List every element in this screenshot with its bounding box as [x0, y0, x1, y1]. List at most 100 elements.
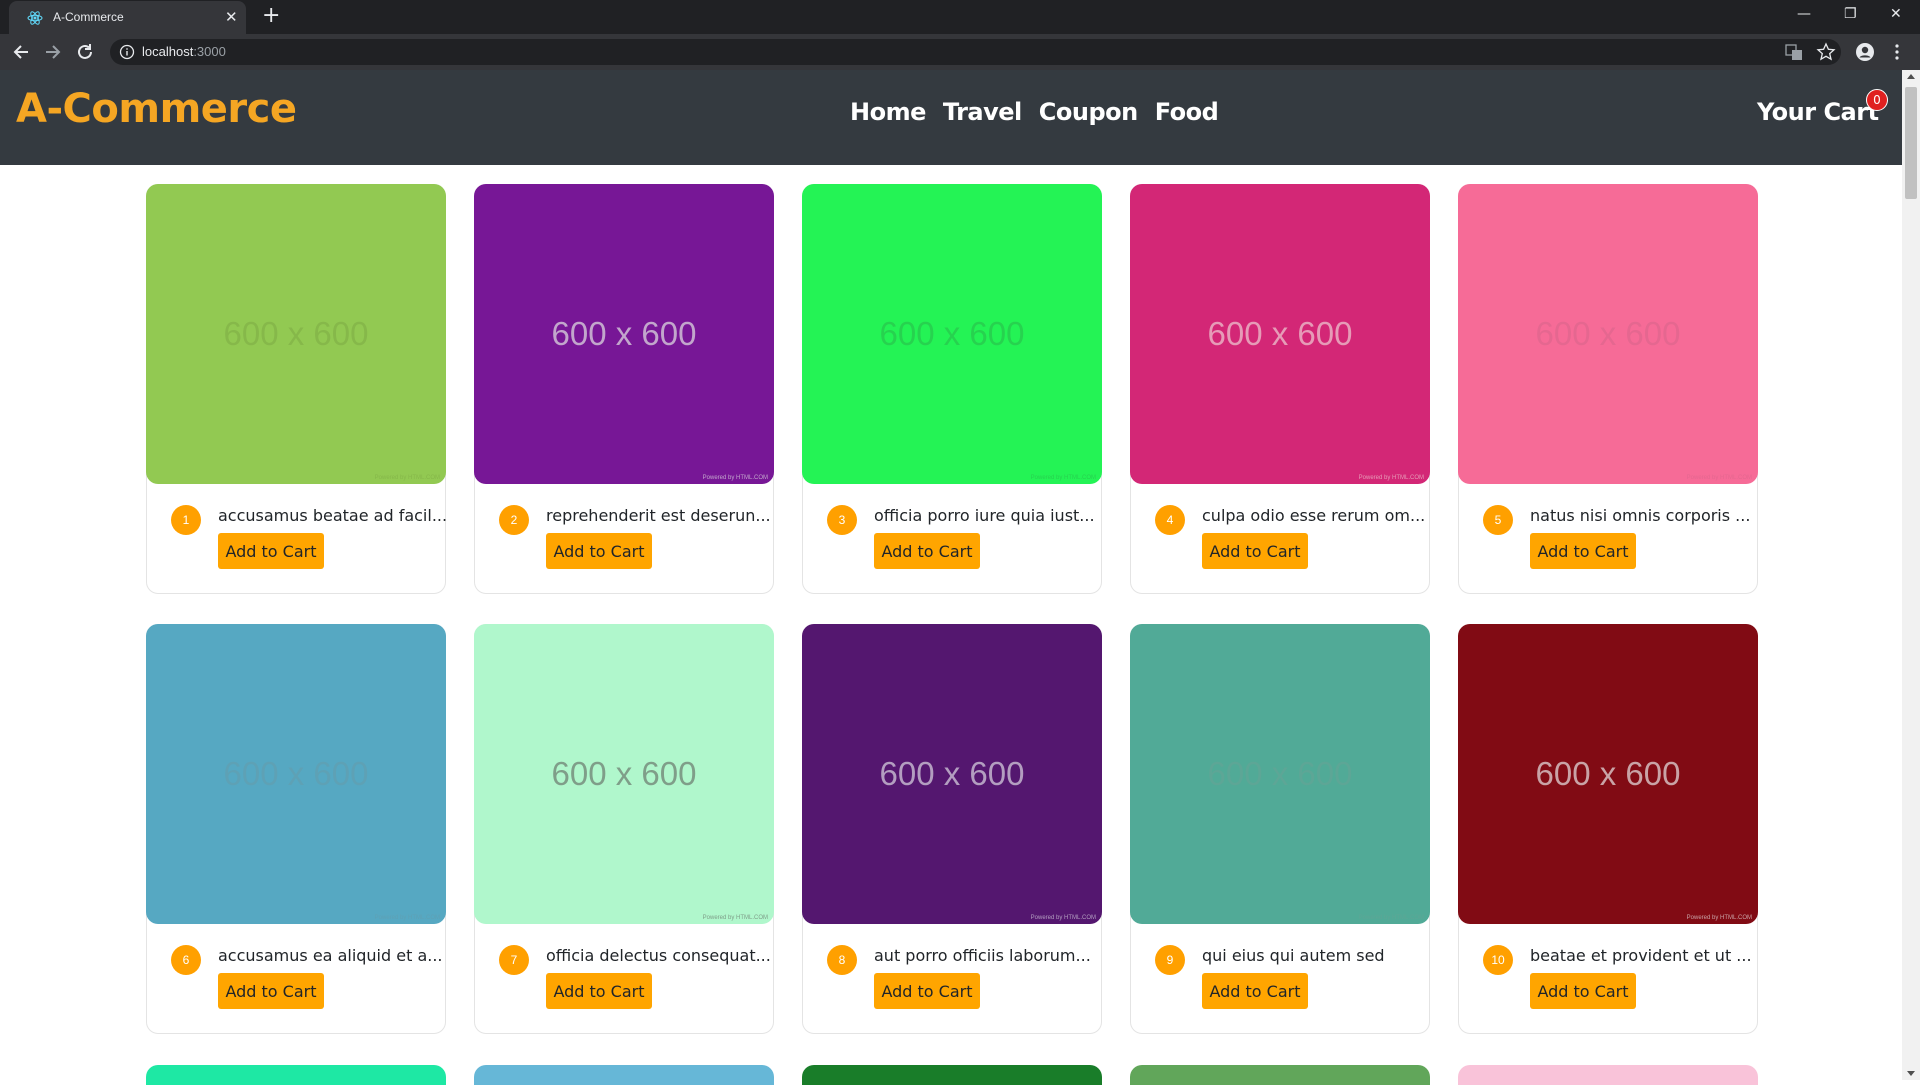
- browser-tab[interactable]: A-Commerce ✕: [9, 1, 246, 34]
- nav-travel[interactable]: Travel: [943, 98, 1022, 126]
- product-image[interactable]: 600 x 600 Powered by HTML.COM: [146, 624, 446, 924]
- product-number-badge: 4: [1155, 505, 1185, 535]
- image-footer-text: Powered by HTML.COM: [374, 915, 440, 921]
- product-number-badge: 8: [827, 945, 857, 975]
- browser-tab-strip: A-Commerce ✕ + — ❐ ✕: [0, 0, 1920, 34]
- nav-home[interactable]: Home: [850, 98, 926, 126]
- product-title: officia delectus consequat...: [546, 946, 771, 965]
- product-card: 600 x 600 Powered by HTML.COM 9 qui eius qu…: [1130, 624, 1430, 1034]
- product-image-partial[interactable]: [474, 1065, 774, 1085]
- image-footer-text: Powered by HTML.COM: [1358, 475, 1424, 481]
- product-number-badge: 10: [1483, 945, 1513, 975]
- product-image-text: 600 x 600: [223, 755, 369, 792]
- minimize-icon[interactable]: —: [1797, 4, 1811, 24]
- url-text: localhost:3000: [142, 44, 226, 59]
- product-image-text: 600 x 600: [223, 315, 369, 352]
- add-to-cart-button[interactable]: Add to Cart: [1202, 973, 1308, 1009]
- image-footer-text: Powered by HTML.COM: [1030, 915, 1096, 921]
- add-to-cart-button[interactable]: Add to Cart: [874, 973, 980, 1009]
- page-scrollbar[interactable]: [1902, 70, 1920, 1080]
- product-card: 600 x 600 Powered by HTML.COM 3 officia por…: [802, 184, 1102, 594]
- product-title: accusamus beatae ad facil...: [218, 506, 448, 525]
- product-image-text: 600 x 600: [551, 315, 697, 352]
- tab-title: A-Commerce: [53, 10, 124, 24]
- product-number-badge: 7: [499, 945, 529, 975]
- product-image-text: 600 x 600: [879, 755, 1025, 792]
- bookmark-star-icon[interactable]: [1816, 42, 1836, 62]
- image-footer-text: Powered by HTML.COM: [1686, 915, 1752, 921]
- image-footer-text: Powered by HTML.COM: [1686, 475, 1752, 481]
- product-image-text: 600 x 600: [879, 315, 1025, 352]
- window-close-icon[interactable]: ✕: [1890, 4, 1902, 24]
- product-card: 600 x 600 Powered by HTML.COM 8 aut porro o…: [802, 624, 1102, 1034]
- product-title: officia porro iure quia iust...: [874, 506, 1095, 525]
- product-card: 600 x 600 Powered by HTML.COM 2 reprehender…: [474, 184, 774, 594]
- product-card: 600 x 600 Powered by HTML.COM 6 accusamus e…: [146, 624, 446, 1034]
- product-number-badge: 3: [827, 505, 857, 535]
- product-image[interactable]: 600 x 600 Powered by HTML.COM: [1458, 624, 1758, 924]
- address-bar[interactable]: localhost:3000: [110, 39, 1841, 65]
- product-image[interactable]: 600 x 600 Powered by HTML.COM: [474, 624, 774, 924]
- scroll-thumb[interactable]: [1905, 87, 1917, 199]
- image-footer-text: Powered by HTML.COM: [702, 915, 768, 921]
- add-to-cart-button[interactable]: Add to Cart: [218, 533, 324, 569]
- product-image-partial[interactable]: [146, 1065, 446, 1085]
- add-to-cart-button[interactable]: Add to Cart: [1530, 973, 1636, 1009]
- nav-food[interactable]: Food: [1155, 98, 1219, 126]
- product-image-partial[interactable]: [1130, 1065, 1430, 1085]
- app-navbar: A-Commerce Home Travel Coupon Food Your …: [0, 70, 1902, 165]
- product-title: aut porro officiis laborum...: [874, 946, 1091, 965]
- product-image[interactable]: 600 x 600 Powered by HTML.COM: [1130, 184, 1430, 484]
- product-image[interactable]: 600 x 600 Powered by HTML.COM: [474, 184, 774, 484]
- add-to-cart-button[interactable]: Add to Cart: [546, 533, 652, 569]
- restore-icon[interactable]: ❐: [1844, 4, 1857, 24]
- reload-icon[interactable]: [74, 41, 96, 63]
- product-image-text: 600 x 600: [1207, 315, 1353, 352]
- product-number-badge: 9: [1155, 945, 1185, 975]
- new-tab-icon[interactable]: +: [262, 4, 280, 28]
- browser-toolbar: localhost:3000: [0, 34, 1920, 70]
- product-image[interactable]: 600 x 600 Powered by HTML.COM: [146, 184, 446, 484]
- product-title: reprehenderit est deserun...: [546, 506, 771, 525]
- add-to-cart-button[interactable]: Add to Cart: [874, 533, 980, 569]
- translate-icon[interactable]: [1784, 42, 1804, 62]
- scroll-down-icon[interactable]: [1907, 1071, 1915, 1076]
- tab-close-icon[interactable]: ✕: [225, 8, 238, 26]
- product-card: 600 x 600 Powered by HTML.COM 1 accusamus b…: [146, 184, 448, 594]
- your-cart-link[interactable]: Your Cart: [1757, 98, 1879, 126]
- product-image-text: 600 x 600: [551, 755, 697, 792]
- product-image[interactable]: 600 x 600 Powered by HTML.COM: [1130, 624, 1430, 924]
- product-image-partial[interactable]: [1458, 1065, 1758, 1085]
- info-icon[interactable]: [119, 44, 135, 60]
- image-footer-text: Powered by HTML.COM: [1030, 475, 1096, 481]
- product-image-text: 600 x 600: [1207, 755, 1353, 792]
- product-number-badge: 2: [499, 505, 529, 535]
- product-image-partial[interactable]: [802, 1065, 1102, 1085]
- product-title: beatae et provident et ut ...: [1530, 946, 1752, 965]
- product-image-text: 600 x 600: [1535, 755, 1681, 792]
- forward-icon[interactable]: [42, 41, 64, 63]
- product-card: 600 x 600 Powered by HTML.COM 7 officia del…: [474, 624, 774, 1034]
- nav-coupon[interactable]: Coupon: [1039, 98, 1138, 126]
- product-image[interactable]: 600 x 600 Powered by HTML.COM: [802, 624, 1102, 924]
- profile-icon[interactable]: [1855, 42, 1875, 62]
- product-image[interactable]: 600 x 600 Powered by HTML.COM: [1458, 184, 1758, 484]
- product-card: 600 x 600 Powered by HTML.COM 5 natus nisi …: [1458, 184, 1758, 594]
- add-to-cart-button[interactable]: Add to Cart: [1202, 533, 1308, 569]
- image-footer-text: Powered by HTML.COM: [702, 475, 768, 481]
- product-image-text: 600 x 600: [1535, 315, 1681, 352]
- menu-icon[interactable]: [1887, 42, 1907, 62]
- add-to-cart-button[interactable]: Add to Cart: [218, 973, 324, 1009]
- product-card: 600 x 600 Powered by HTML.COM 4 culpa odio …: [1130, 184, 1430, 594]
- back-icon[interactable]: [10, 41, 32, 63]
- add-to-cart-button[interactable]: Add to Cart: [1530, 533, 1636, 569]
- image-footer-text: Powered by HTML.COM: [374, 475, 440, 481]
- brand-logo[interactable]: A-Commerce: [16, 86, 297, 132]
- scroll-up-icon[interactable]: [1907, 74, 1915, 79]
- add-to-cart-button[interactable]: Add to Cart: [546, 973, 652, 1009]
- product-card: 600 x 600 Powered by HTML.COM 10 beatae et …: [1458, 624, 1758, 1034]
- react-icon: [27, 11, 43, 25]
- product-image[interactable]: 600 x 600 Powered by HTML.COM: [802, 184, 1102, 484]
- product-number-badge: 6: [171, 945, 201, 975]
- product-title: natus nisi omnis corporis ...: [1530, 506, 1751, 525]
